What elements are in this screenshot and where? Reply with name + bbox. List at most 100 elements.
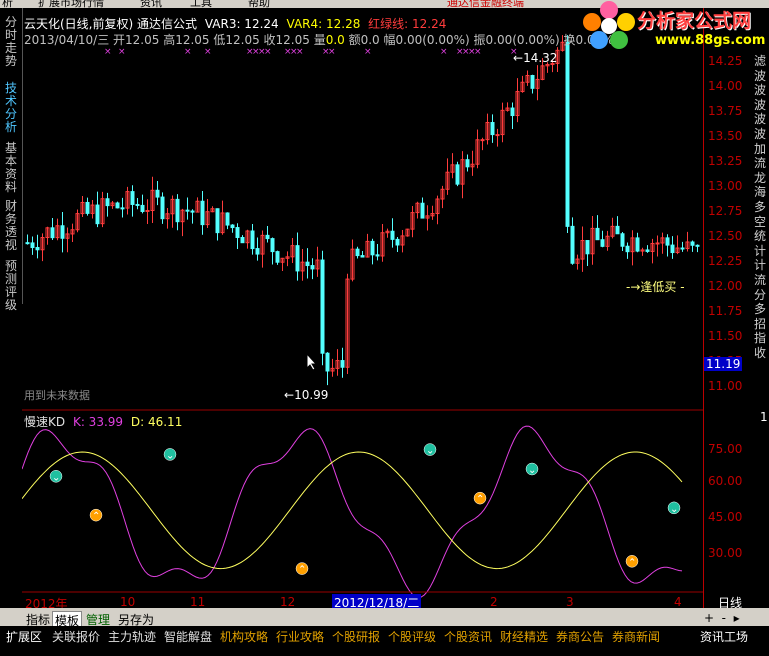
bottom-item[interactable]: 行业攻略	[276, 628, 324, 645]
future-data-warning: 用到未来数据	[24, 389, 90, 402]
menu-item-news[interactable]: 资讯	[140, 0, 162, 8]
candle-body	[115, 202, 120, 209]
price-tick: 11.75	[708, 304, 743, 318]
tab-financials[interactable]: 财务透视	[3, 200, 19, 252]
kd-indicator: ⌄ ⌄ ⌄ ⌄ ⌄ ⌃ ⌃ ⌃ ⌃	[22, 425, 683, 599]
price-tick: 13.00	[708, 179, 743, 193]
time-label-mar: 3	[566, 595, 574, 609]
bottom-item[interactable]: 个股资讯	[444, 628, 492, 645]
signal-x-mark: ×	[204, 47, 212, 57]
candle-body	[620, 233, 625, 247]
candle-body	[310, 265, 315, 270]
candle-body	[250, 230, 255, 250]
kd-d-value: D: 46.11	[130, 415, 183, 429]
candle-body	[375, 254, 380, 257]
bottom-bar: 指标 模板 管理 另存为 + - ▸ 扩展区 关联报价 主力轨迹 智能解盘 机构攻略 行业…	[0, 608, 769, 656]
price-tick: 14.00	[708, 79, 743, 93]
candle-body	[490, 122, 495, 136]
bottom-item[interactable]: 扩展区	[6, 628, 42, 645]
candle-body	[35, 247, 40, 251]
bottom-item[interactable]: 智能解盘	[164, 628, 212, 645]
candle-body	[360, 255, 365, 258]
candle-body	[60, 225, 65, 239]
candle-body	[25, 242, 30, 245]
low-price-label: 10.99	[294, 388, 329, 402]
candle-body	[175, 198, 180, 223]
bottom-item[interactable]: 资讯工场	[700, 628, 748, 645]
mouse-cursor-icon	[306, 353, 318, 371]
candle-body	[155, 189, 160, 198]
price-tick: 12.50	[708, 229, 743, 243]
candle-body	[655, 242, 660, 245]
candle-body	[85, 201, 90, 214]
price-tick: 14.25	[708, 54, 743, 68]
candle-body	[95, 204, 100, 225]
menu-item-extended-market[interactable]: 扩展市场行情	[38, 0, 104, 8]
candle-body	[255, 248, 260, 255]
time-label-apr: 4	[674, 595, 682, 609]
tab-forecast[interactable]: 预测评级	[3, 260, 19, 312]
chart-canvas[interactable]: × × × × ×××× ××× ×× × × ×××× × ⌄⌄ ⌄⌄⌄⌃⌃⌃⌃	[22, 8, 703, 608]
kd-tick-60: 60.00	[708, 474, 743, 488]
ohlc-readout: 2013/04/10/三 开12.05 高12.05 低12.05 收12.05…	[24, 33, 326, 47]
price-tick: 12.00	[708, 279, 743, 293]
site-logo: 分析家公式网 www.88gs.com	[579, 0, 769, 52]
var3-value: VAR3: 12.24	[204, 17, 279, 31]
menu-item-help[interactable]: 帮助	[248, 0, 270, 8]
side-indicator-list[interactable]: 滤波波波波波加流龙海多空统计计流分多招指收	[754, 54, 768, 360]
time-label-dec: 12	[280, 595, 296, 609]
candle-body	[190, 210, 195, 213]
candle-body	[695, 244, 700, 247]
var4-value: VAR4: 12.28	[286, 17, 361, 31]
candle-body	[665, 237, 670, 246]
bottom-item[interactable]: 个股研报	[332, 628, 380, 645]
bottom-item[interactable]: 券商新闻	[612, 628, 660, 645]
chart-area[interactable]: × × × × × × × × × × × × × × × × × × × × ⌄ ⌄ ⌄ ⌄ ⌄ ⌃ ⌃ ⌃ ⌃ 云天化(日线,前复…	[22, 8, 703, 611]
current-price-marker: 11.19	[704, 357, 742, 371]
signal-x-mark: ×	[364, 47, 372, 57]
candle-body	[690, 241, 695, 246]
candle-body	[455, 164, 460, 185]
tab-intraday[interactable]: 分时走势	[3, 16, 19, 68]
signal-x-mark: ×	[296, 47, 304, 57]
tab-fundamentals[interactable]: 基本资料	[3, 142, 19, 194]
menu-item-analysis[interactable]: 析	[2, 0, 13, 8]
zoom-controls[interactable]: + - ▸	[704, 611, 740, 625]
candle-body	[120, 207, 125, 210]
bottom-item[interactable]: 机构攻略	[220, 628, 268, 645]
candle-body	[145, 209, 150, 212]
marker-glyph: ⌄	[528, 465, 536, 476]
volume-value: 0.0	[325, 33, 345, 47]
bottom-item[interactable]: 主力轨迹	[108, 628, 156, 645]
signal-x-mark: ×	[264, 47, 272, 57]
kd-tick-75: 75.00	[708, 442, 743, 456]
buy-signal-label: -→逢低买 -	[626, 280, 685, 294]
candle-body	[510, 107, 515, 117]
kd-title: 慢速KD	[24, 415, 66, 429]
candle-body	[200, 200, 205, 226]
candle-body	[600, 239, 605, 247]
candle-body	[320, 259, 325, 354]
candle-body	[160, 196, 165, 220]
bottom-item[interactable]: 财经精选	[500, 628, 548, 645]
candle-body	[585, 240, 590, 255]
candle-body	[680, 247, 685, 250]
signal-x-mark: ×	[474, 47, 482, 57]
candle-body	[325, 352, 330, 372]
candle-body	[30, 242, 35, 249]
menu-item-tools[interactable]: 工具	[190, 0, 212, 8]
tab-technical[interactable]: 技术分析	[3, 82, 19, 134]
price-tick: 12.75	[708, 204, 743, 218]
candle-body	[635, 237, 640, 252]
left-tab-strip: 分时走势 技术分析 基本资料 财务透视 预测评级	[0, 8, 23, 312]
bottom-item[interactable]: 个股评级	[388, 628, 436, 645]
price-tick: 11.00	[708, 379, 743, 393]
logo-title: 分析家公式网	[637, 10, 752, 32]
candle-body	[295, 245, 300, 272]
bottom-item[interactable]: 券商公告	[556, 628, 604, 645]
candle-body	[625, 245, 630, 253]
app-banner: 通达信金融终端	[447, 0, 524, 8]
bottom-item[interactable]: 关联报价	[52, 628, 100, 645]
candle-body	[215, 208, 220, 234]
k-line	[22, 425, 683, 599]
